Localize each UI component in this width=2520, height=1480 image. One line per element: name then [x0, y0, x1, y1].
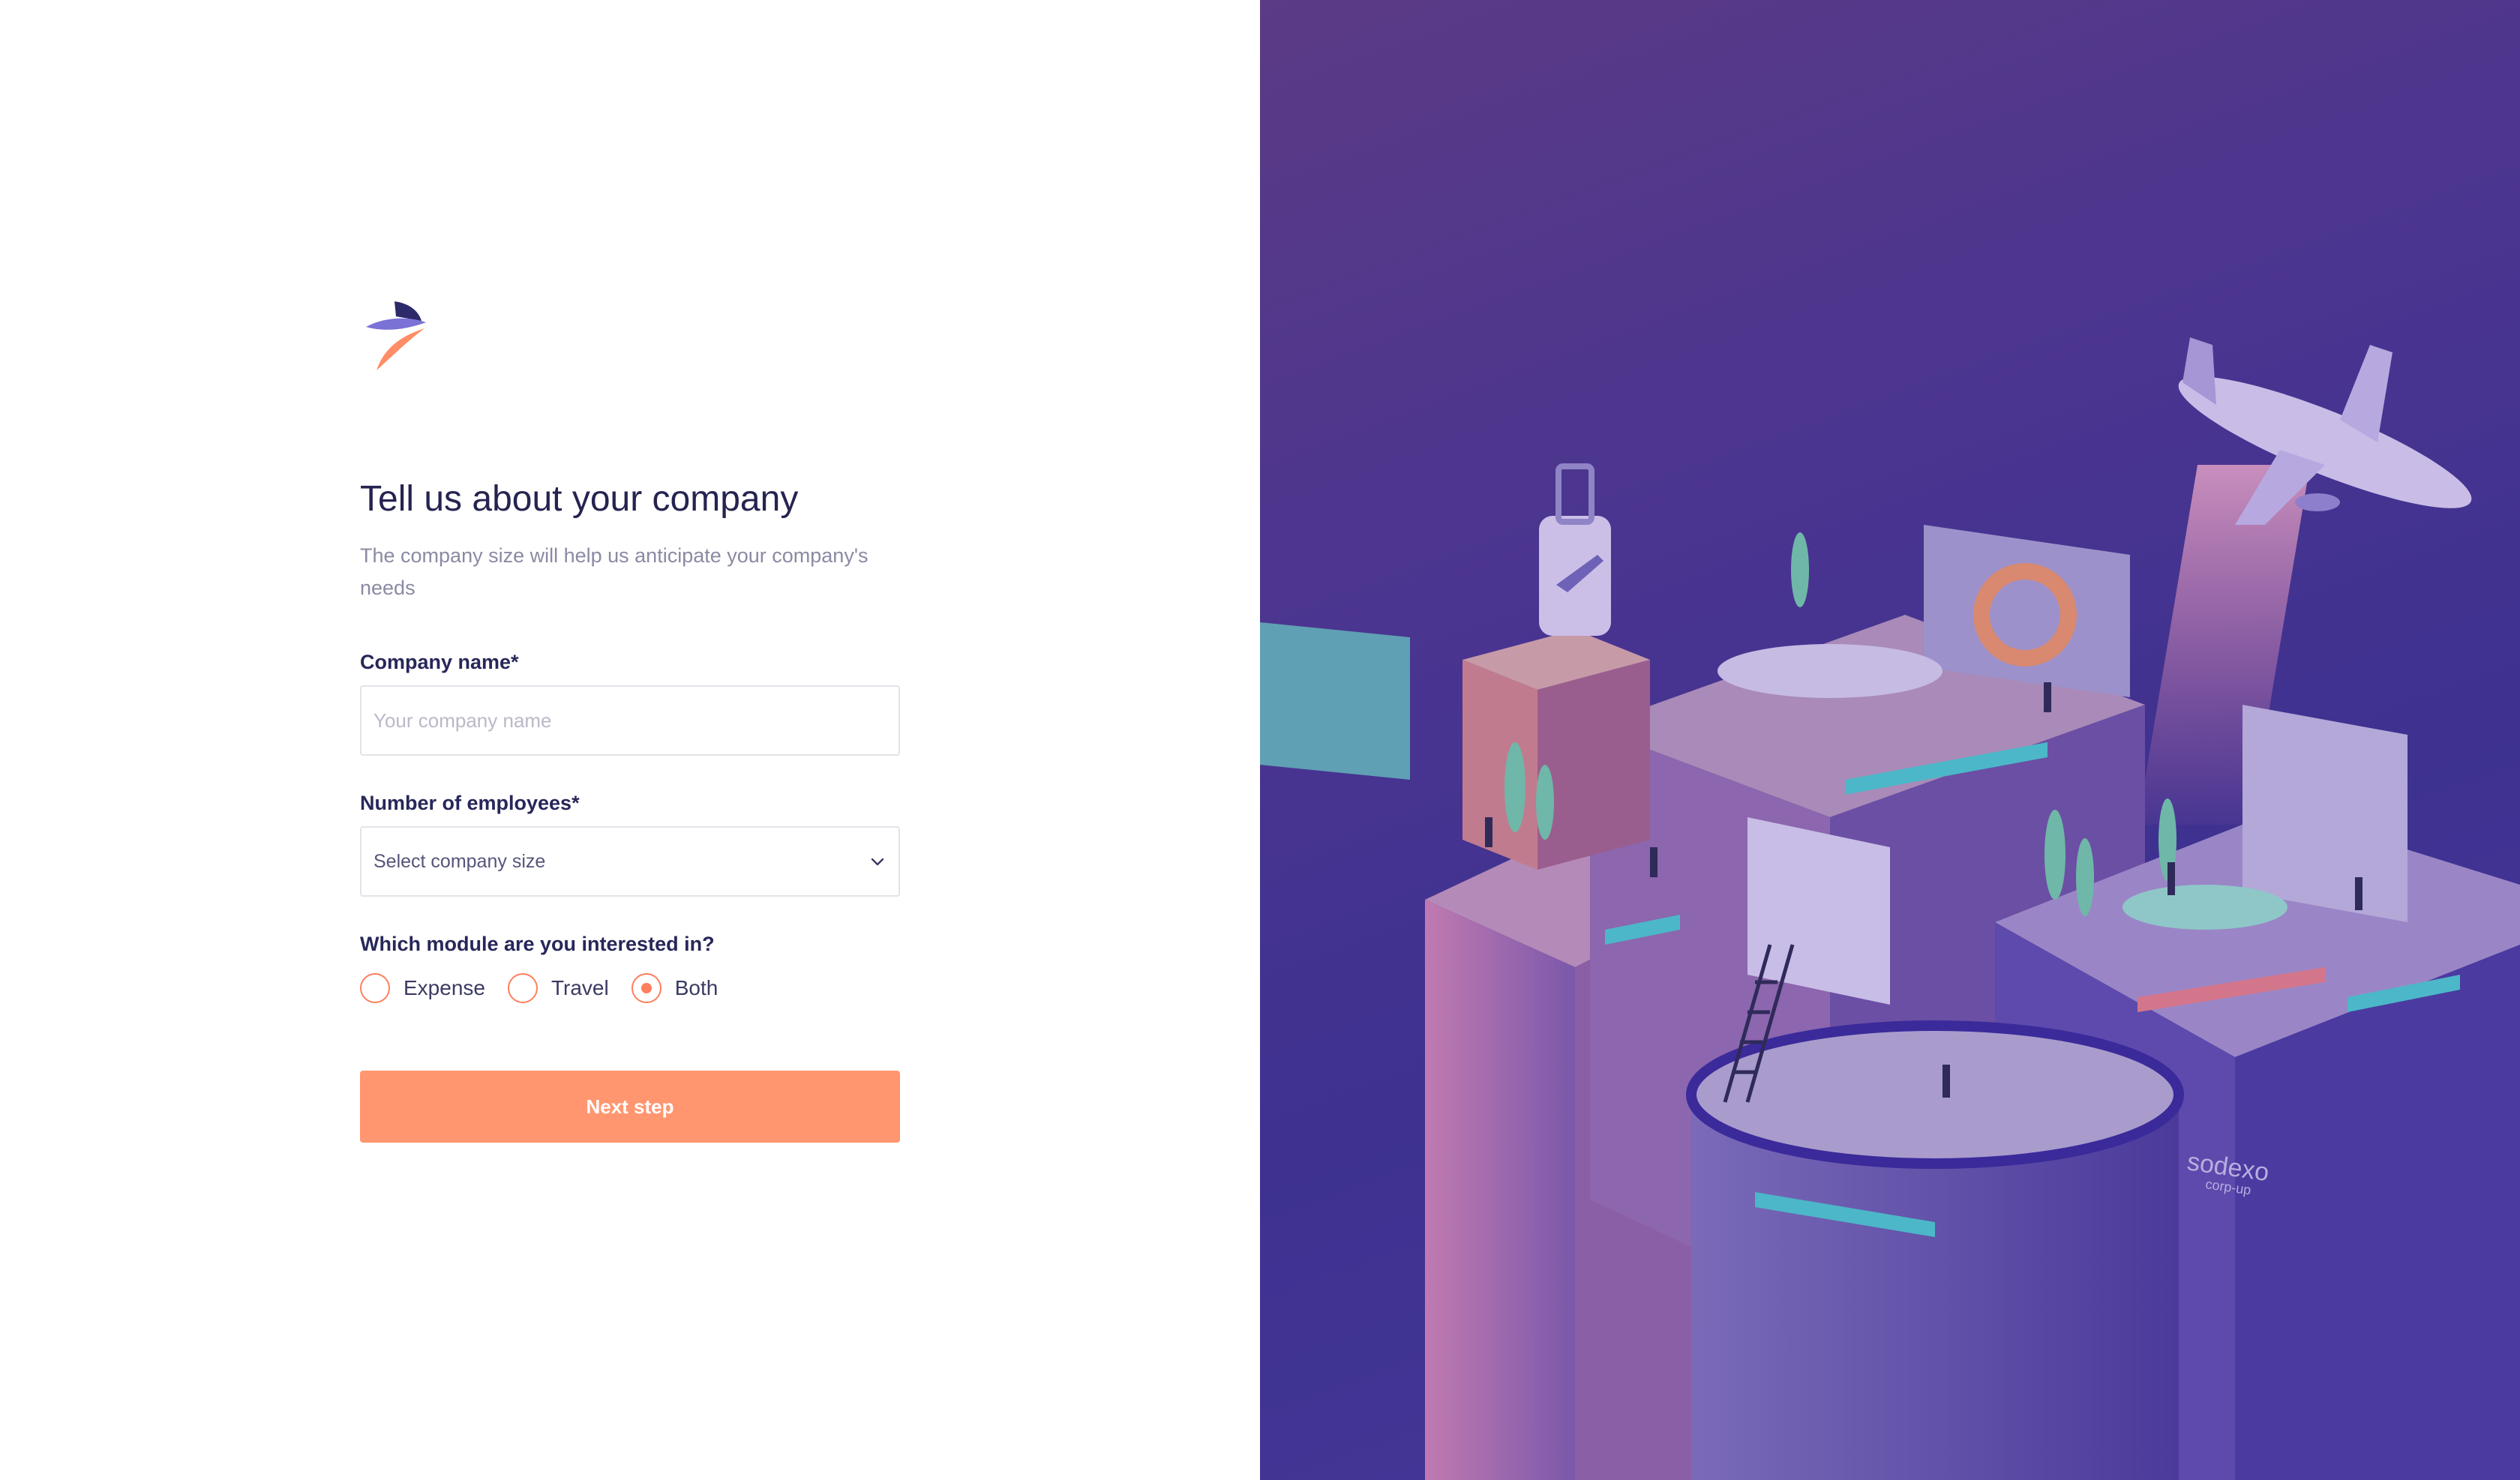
- radio-expense-label: Expense: [404, 976, 485, 999]
- radio-both[interactable]: Both: [631, 973, 718, 1003]
- company-size-select[interactable]: Select company size: [360, 826, 900, 897]
- radio-both-label: Both: [674, 976, 718, 999]
- company-name-label: Company name*: [360, 651, 519, 673]
- radio-travel-circle[interactable]: [507, 973, 538, 1003]
- isometric-city-illustration: sodexo corp-up: [1260, 337, 2520, 1480]
- radio-expense[interactable]: Expense: [360, 973, 485, 1003]
- radio-travel-label: Travel: [550, 976, 609, 999]
- company-name-input[interactable]: [360, 685, 900, 756]
- company-size-value: Select company size: [374, 850, 546, 872]
- illustration-panel: sodexo corp-up: [1260, 0, 2520, 1480]
- brand-logo: [366, 301, 426, 370]
- signup-form-panel: Tell us about your company The company s…: [0, 0, 1260, 1480]
- employees-label: Number of employees*: [360, 792, 580, 814]
- page-title: Tell us about your company: [360, 479, 799, 519]
- module-radio-group: Expense Travel Both: [360, 973, 740, 1003]
- radio-travel[interactable]: Travel: [507, 973, 609, 1003]
- next-step-button[interactable]: Next step: [360, 1071, 900, 1143]
- chevron-down-icon: [871, 858, 884, 866]
- page-subtitle: The company size will help us anticipate…: [360, 544, 868, 599]
- radio-expense-circle[interactable]: [360, 973, 390, 1003]
- radio-both-circle[interactable]: [631, 973, 662, 1003]
- module-label: Which module are you interested in?: [360, 933, 715, 955]
